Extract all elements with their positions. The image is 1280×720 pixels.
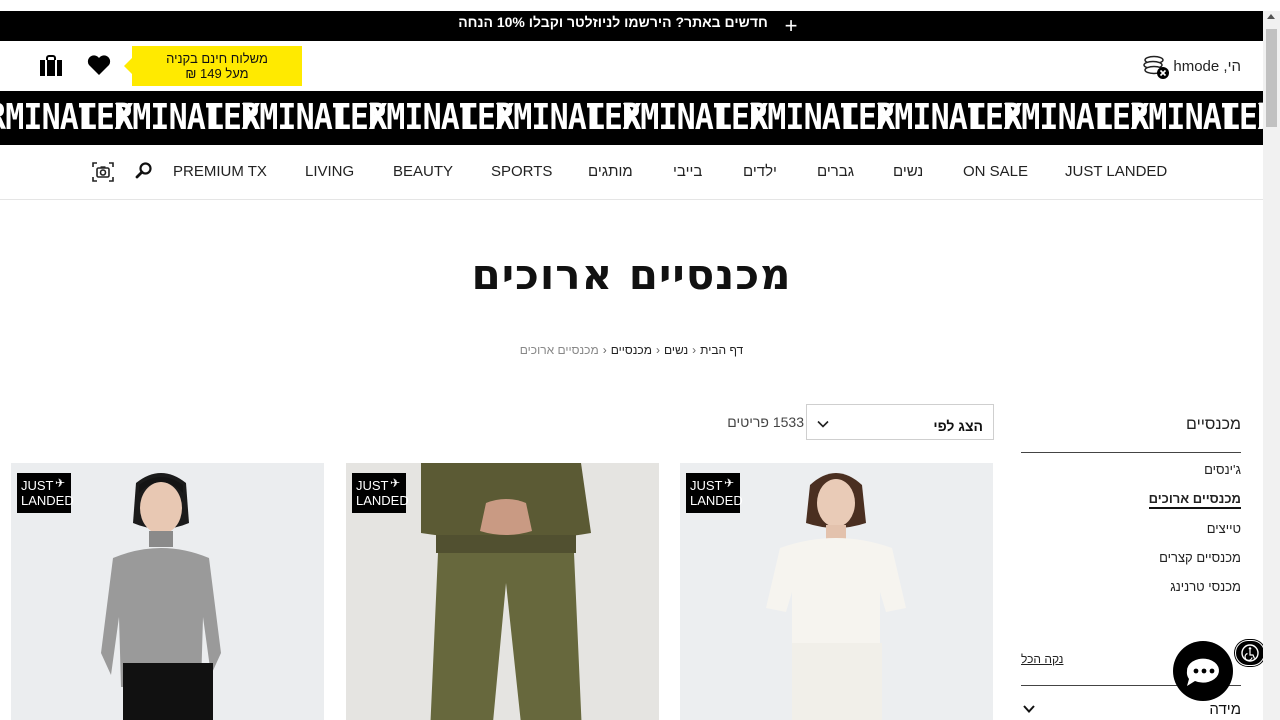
product-card[interactable]: JUST LANDED ✈ — [680, 463, 993, 720]
nav-brands[interactable]: מותגים — [588, 163, 633, 180]
nav-just-landed[interactable]: JUST LANDED — [1065, 163, 1167, 180]
nav-beauty[interactable]: BEAUTY — [393, 163, 453, 180]
brand-logo-text: TERMINAL X — [1093, 97, 1263, 138]
scroll-up-arrow[interactable] — [1267, 14, 1275, 19]
accessibility-button[interactable] — [1235, 640, 1265, 666]
accessibility-icon — [1241, 644, 1259, 662]
bag-icon[interactable] — [38, 54, 64, 78]
page-scrollbar[interactable] — [1263, 11, 1280, 720]
breadcrumb-separator: ‹ — [692, 343, 697, 357]
clear-all-button[interactable]: נקה הכל — [1021, 652, 1063, 666]
brand-logo-text: TERMINAL X — [0, 97, 133, 138]
shipping-line-2: מעל 149 ₪ — [185, 66, 249, 81]
brand-marquee[interactable]: TERMINAL XTERMINAL XTERMINAL XTERMINAL X… — [0, 91, 1263, 145]
brand-logo-text: TERMINAL X — [77, 97, 261, 138]
brand-logo-text: TERMINAL X — [839, 97, 1023, 138]
just-landed-badge: JUST LANDED ✈ — [352, 473, 409, 513]
main-nav: PREMIUM TX LIVING BEAUTY SPORTS מותגים ב… — [0, 145, 1263, 200]
filter-sweatpants[interactable]: מכנסי טרנינג — [1170, 579, 1241, 594]
breadcrumb-home[interactable]: דף הבית — [700, 343, 743, 357]
promo-expand-button[interactable]: + — [782, 11, 800, 41]
breadcrumb-women[interactable]: נשים — [664, 343, 688, 357]
scroll-thumb[interactable] — [1266, 29, 1277, 127]
camera-search-icon[interactable] — [92, 161, 114, 183]
filter-category-title[interactable]: מכנסיים — [1186, 416, 1241, 434]
shipping-line-1: משלוח חינם בקניה — [166, 51, 268, 66]
breadcrumb-current: מכנסיים ארוכים — [519, 343, 599, 357]
just-landed-badge: JUST LANDED ✈ — [686, 473, 743, 513]
free-shipping-badge[interactable]: משלוח חינם בקניה מעל 149 ₪ — [124, 46, 302, 86]
breadcrumb: דף הבית‹נשים‹מכנסיים‹מכנסיים ארוכים — [0, 343, 1263, 357]
search-icon[interactable] — [135, 161, 153, 179]
chat-bubble-icon — [1186, 658, 1219, 686]
brand-logo-text: TERMINAL X — [966, 97, 1150, 138]
breadcrumb-separator: ‹ — [602, 343, 607, 357]
promo-text[interactable]: חדשים באתר? הירשמו לניוזלטר וקבלו 10% הנ… — [0, 12, 1226, 32]
user-greeting[interactable]: הי, hmode — [1173, 58, 1241, 75]
size-filter-title[interactable]: מידה — [1209, 701, 1241, 718]
badge-line-2: LANDED — [356, 493, 409, 508]
nav-sports[interactable]: SPORTS — [491, 163, 552, 180]
nav-living[interactable]: LIVING — [305, 163, 354, 180]
plane-icon: ✈ — [724, 476, 735, 490]
promo-bar: חדשים באתר? הירשמו לניוזלטר וקבלו 10% הנ… — [0, 11, 1263, 41]
badge-line-2: LANDED — [690, 493, 743, 508]
plane-icon: ✈ — [55, 476, 66, 490]
breadcrumb-pants[interactable]: מכנסיים — [611, 343, 652, 357]
filter-tights[interactable]: טייצים — [1207, 521, 1241, 536]
chevron-down-icon — [817, 417, 829, 429]
nav-premium-tx[interactable]: PREMIUM TX — [173, 163, 267, 180]
coins-icon[interactable] — [1141, 54, 1171, 80]
filter-shorts[interactable]: מכנסיים קצרים — [1159, 550, 1241, 565]
brand-logo-text: TERMINAL X — [331, 97, 515, 138]
nav-women[interactable]: נשים — [893, 163, 923, 180]
results-count: 1533 פריטים — [727, 414, 804, 430]
sort-dropdown[interactable]: הצג לפי — [806, 404, 994, 440]
heart-icon[interactable] — [86, 53, 112, 77]
nav-kids[interactable]: ילדים — [743, 163, 777, 180]
brand-logo-text: TERMINAL X — [585, 97, 769, 138]
page-title: מכנסיים ארוכים — [471, 250, 792, 299]
chevron-down-icon[interactable] — [1023, 702, 1035, 714]
brand-logo-text: TERMINAL X — [1220, 97, 1263, 138]
header: משלוח חינם בקניה מעל 149 ₪ הי, hmode — [0, 41, 1263, 91]
brand-logo-text: TERMINAL X — [458, 97, 642, 138]
filter-long-pants[interactable]: מכנסיים ארוכים — [1148, 491, 1241, 509]
nav-men[interactable]: גברים — [817, 163, 854, 180]
chat-button[interactable] — [1173, 641, 1233, 701]
divider — [1021, 452, 1241, 453]
plane-icon: ✈ — [390, 476, 401, 490]
filter-jeans[interactable]: ג'ינסים — [1204, 462, 1241, 477]
badge-line-2: LANDED — [21, 493, 74, 508]
sort-label: הצג לפי — [933, 418, 983, 434]
product-card[interactable]: JUST LANDED ✈ — [346, 463, 659, 720]
product-card[interactable]: JUST LANDED ✈ — [11, 463, 324, 720]
nav-baby[interactable]: בייבי — [673, 163, 702, 180]
just-landed-badge: JUST LANDED ✈ — [17, 473, 74, 513]
nav-on-sale[interactable]: ON SALE — [963, 163, 1028, 180]
brand-logo-text: TERMINAL X — [204, 97, 388, 138]
brand-logo-text: TERMINAL X — [712, 97, 896, 138]
breadcrumb-separator: ‹ — [655, 343, 660, 357]
